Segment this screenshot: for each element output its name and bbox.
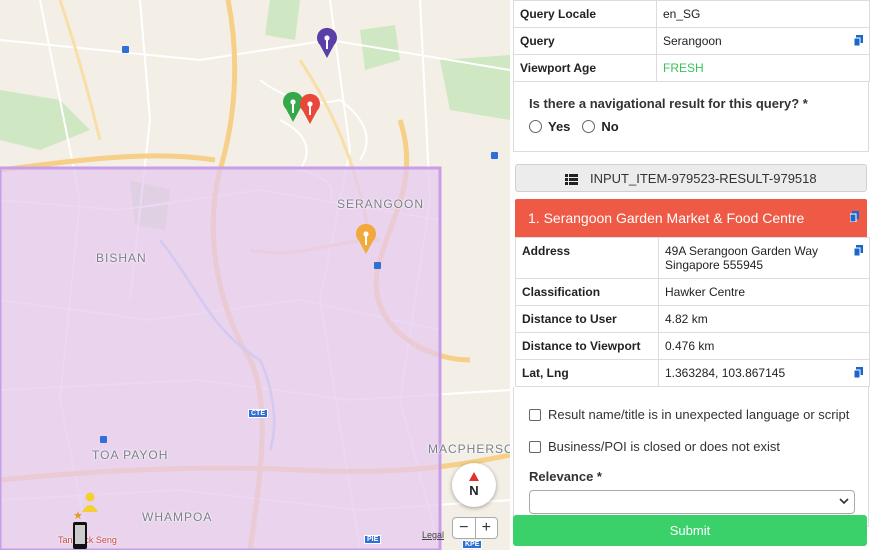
query-locale-value: en_SG: [656, 0, 870, 28]
viewport-age-value: FRESH: [656, 54, 870, 82]
orange-pin-icon[interactable]: [354, 223, 378, 255]
unexpected-language-checkbox[interactable]: [529, 408, 541, 421]
query-info-table: Query Locale en_SG Query Serangoon Viewp…: [513, 0, 870, 82]
relevance-select[interactable]: [529, 490, 855, 514]
cte-shield-icon: CTE: [248, 409, 268, 418]
query-value: Serangoon: [663, 34, 722, 48]
review-panel: Query Locale en_SG Query Serangoon Viewp…: [510, 0, 872, 550]
map-label-whampoa: WHAMPOA: [142, 510, 213, 524]
legal-link[interactable]: Legal: [422, 530, 444, 540]
zoom-control: − +: [452, 517, 498, 539]
result-title: 1. Serangoon Garden Market & Food Centre: [528, 210, 805, 226]
table-row: Viewport Age FRESH: [513, 54, 870, 82]
navigational-question: Is there a navigational result for this …: [513, 82, 869, 152]
table-row: Distance to User 4.82 km: [515, 305, 870, 333]
user-location-icon: [82, 492, 98, 512]
result-title-bar: 1. Serangoon Garden Market & Food Centre: [515, 199, 867, 237]
map-label-serangoon: SERANGOON: [337, 197, 425, 211]
table-row: Query Locale en_SG: [513, 0, 870, 28]
yes-radio[interactable]: [529, 120, 542, 133]
chevron-down-icon: [839, 498, 849, 505]
compass-button[interactable]: N: [452, 463, 496, 507]
copy-icon[interactable]: [854, 245, 863, 256]
item-id: INPUT_ITEM-979523-RESULT-979518: [589, 171, 817, 186]
map-view[interactable]: SERANGOON BISHAN TOA PAYOH WHAMPOA MACPH…: [0, 0, 510, 550]
copy-icon[interactable]: [850, 211, 859, 222]
phone-icon: [73, 522, 87, 549]
lat-lng-value: 1.363284, 103.867145: [665, 366, 786, 380]
submit-button[interactable]: Submit: [513, 515, 867, 546]
pie-shield-icon: PIE: [364, 535, 382, 544]
result-details-table: Address 49A Serangoon Garden Way Singapo…: [515, 237, 870, 387]
relevance-label: Relevance *: [529, 469, 602, 484]
copy-icon[interactable]: [854, 367, 863, 378]
no-label[interactable]: No: [601, 119, 618, 134]
table-row: Distance to Viewport 0.476 km: [515, 332, 870, 360]
address-value-cell: 49A Serangoon Garden Way Singapore 55594…: [658, 237, 870, 279]
compass-label: N: [469, 483, 479, 498]
viewport-age-label: Viewport Age: [513, 54, 657, 82]
no-radio[interactable]: [582, 120, 596, 133]
classification-value: Hawker Centre: [658, 278, 870, 306]
list-icon: [565, 174, 579, 185]
query-locale-label: Query Locale: [513, 0, 657, 28]
closed-poi-checkbox[interactable]: [529, 440, 541, 453]
map-label-toa-payoh: TOA PAYOH: [92, 448, 169, 462]
table-row: Query Serangoon: [513, 27, 870, 55]
map-base: [0, 0, 510, 550]
address-line-1: 49A Serangoon Garden Way: [665, 244, 818, 258]
unexpected-language-label[interactable]: Result name/title is in unexpected langu…: [548, 407, 849, 422]
north-arrow-icon: [469, 472, 479, 481]
kpe-shield-icon: KPE: [462, 540, 483, 549]
zoom-in-button[interactable]: +: [474, 518, 498, 538]
lat-lng-value-cell: 1.363284, 103.867145: [658, 359, 870, 387]
red-pin-icon[interactable]: [298, 93, 322, 125]
copy-icon[interactable]: [854, 35, 863, 46]
query-label: Query: [513, 27, 657, 55]
distance-to-viewport-value: 0.476 km: [658, 332, 870, 360]
classification-label: Classification: [515, 278, 659, 306]
closed-poi-label[interactable]: Business/POI is closed or does not exist: [548, 439, 780, 454]
table-row: Lat, Lng 1.363284, 103.867145: [515, 359, 870, 387]
item-id-bar[interactable]: INPUT_ITEM-979523-RESULT-979518: [515, 164, 867, 192]
address-line-2: Singapore 555945: [665, 258, 764, 272]
table-row: Address 49A Serangoon Garden Way Singapo…: [515, 237, 870, 279]
yes-label[interactable]: Yes: [548, 119, 570, 134]
table-row: Classification Hawker Centre: [515, 278, 870, 306]
map-label-macpherson: MACPHERSO: [428, 442, 510, 456]
lat-lng-label: Lat, Lng: [515, 359, 659, 387]
query-value-cell: Serangoon: [656, 27, 870, 55]
zoom-out-button[interactable]: −: [453, 518, 475, 538]
distance-to-viewport-label: Distance to Viewport: [515, 332, 659, 360]
distance-to-user-label: Distance to User: [515, 305, 659, 333]
address-label: Address: [515, 237, 659, 279]
distance-to-user-value: 4.82 km: [658, 305, 870, 333]
purple-pin-icon[interactable]: [315, 27, 339, 59]
map-label-bishan: BISHAN: [96, 251, 147, 265]
rating-checks: Result name/title is in unexpected langu…: [513, 387, 869, 527]
question-text: Is there a navigational result for this …: [529, 96, 808, 111]
